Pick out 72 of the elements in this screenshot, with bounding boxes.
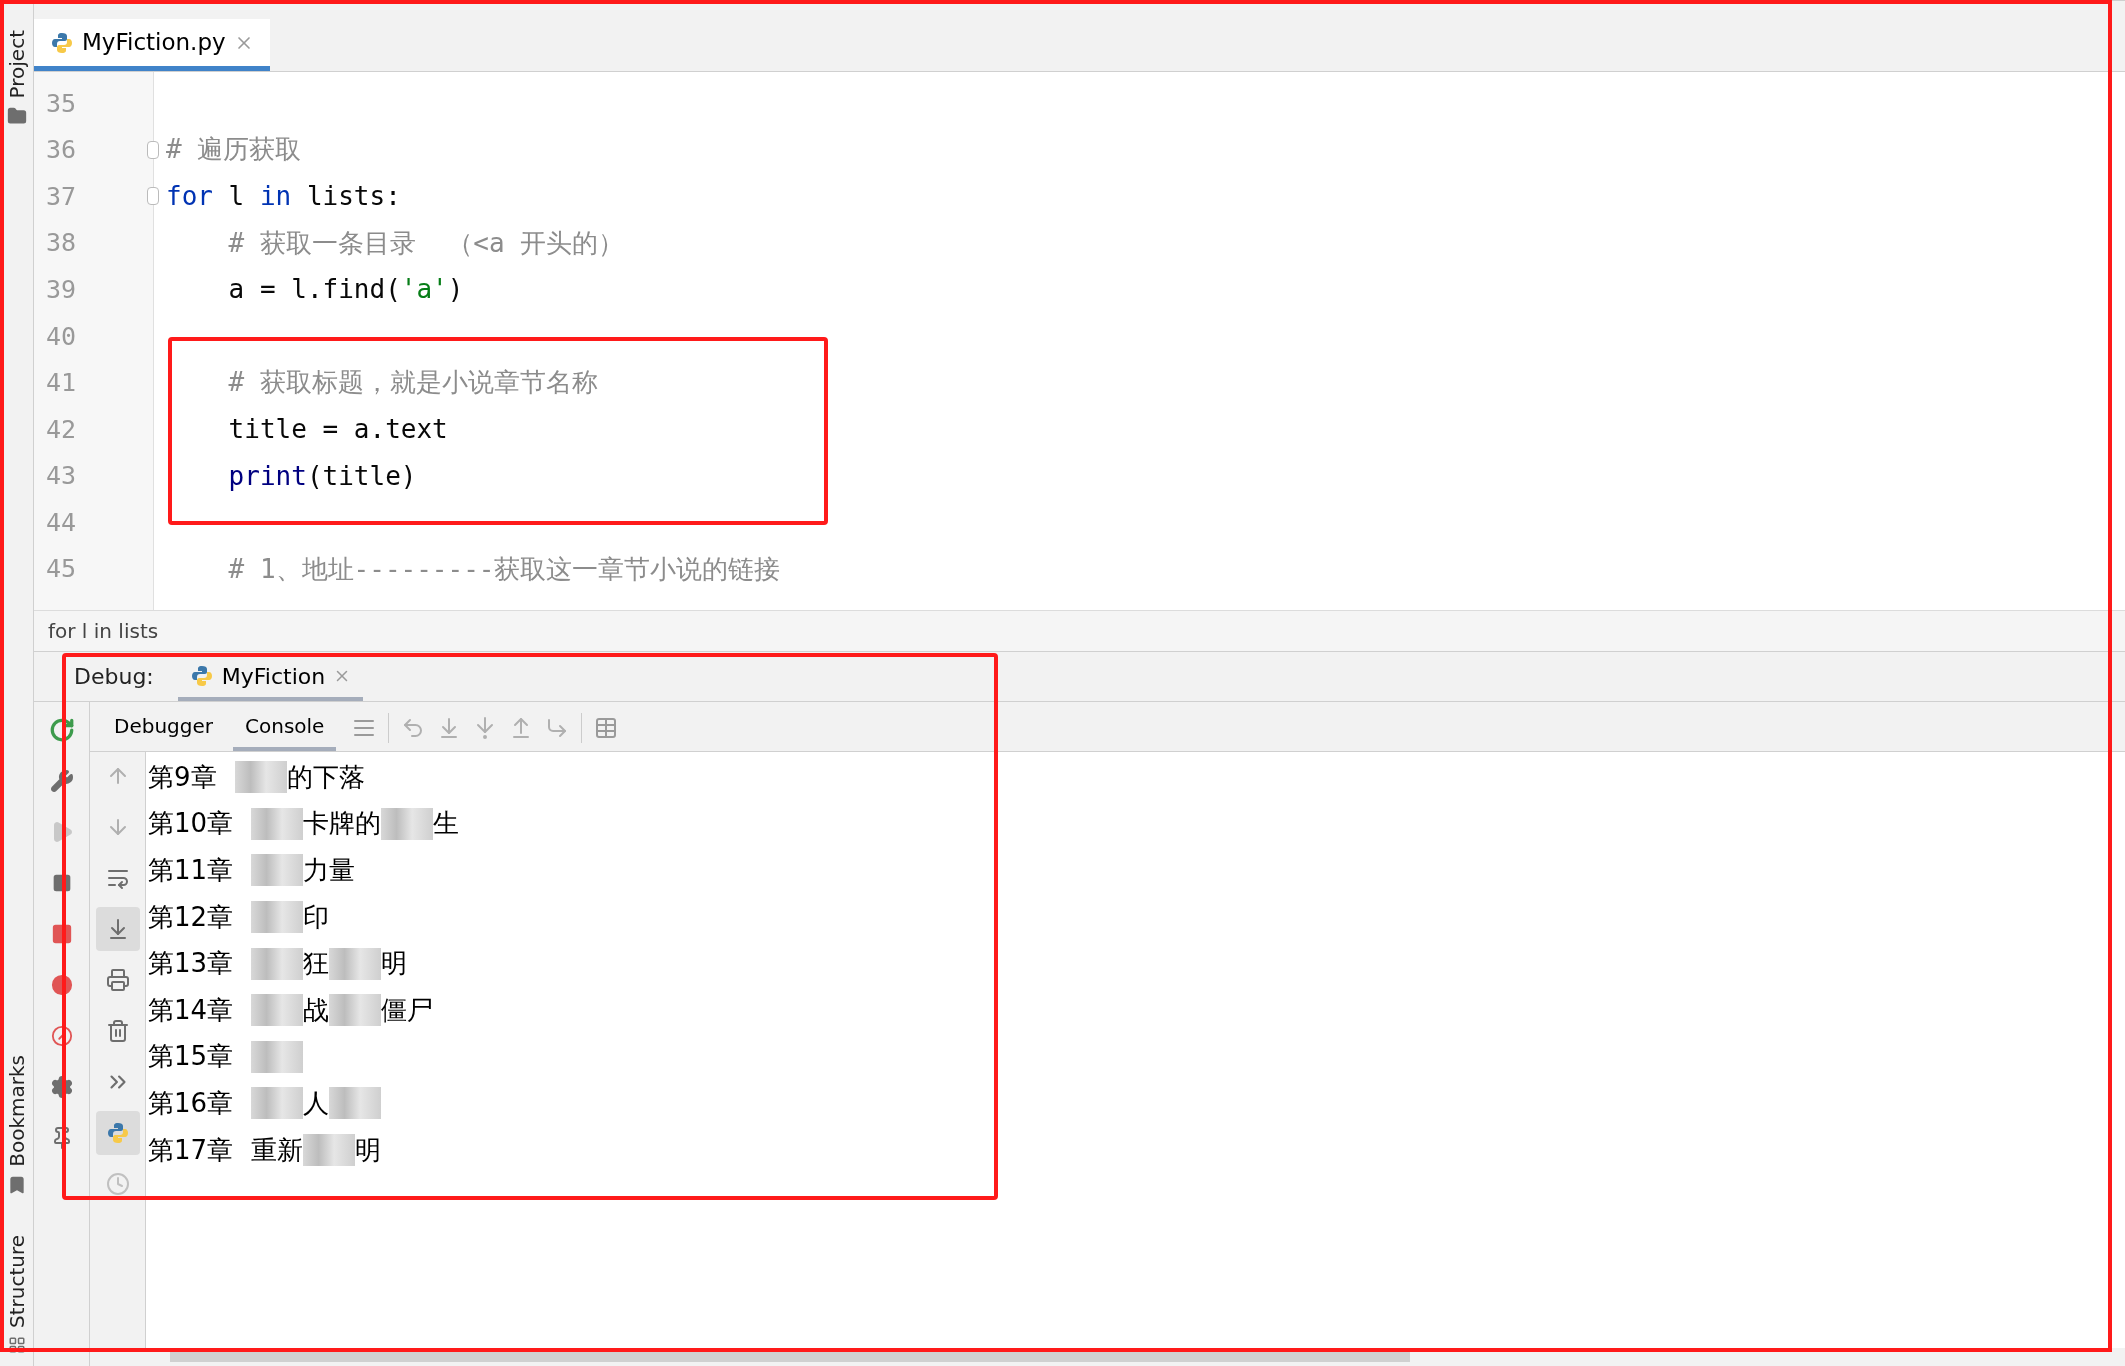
evaluate-icon[interactable] bbox=[594, 716, 619, 740]
code-line: # 获取一条目录 （<a 开头的） bbox=[227, 226, 625, 260]
pixelated-text bbox=[329, 994, 382, 1027]
pixelated-text bbox=[251, 854, 304, 887]
line-number: 44 bbox=[46, 506, 77, 539]
tool-window-tab[interactable]: Project bbox=[1, 30, 32, 99]
pixelated-text bbox=[251, 807, 304, 840]
debug-label: Debug: bbox=[74, 663, 154, 691]
breadcrumb[interactable]: for l in lists bbox=[48, 616, 159, 646]
fold-marker-icon[interactable] bbox=[147, 140, 159, 159]
scroll-to-end-icon[interactable] bbox=[95, 907, 140, 951]
line-number: 45 bbox=[46, 553, 77, 586]
line-number: 42 bbox=[46, 413, 77, 446]
pixelated-text bbox=[381, 807, 434, 840]
console-text: 第13章 bbox=[148, 947, 234, 981]
python-icon bbox=[189, 664, 214, 688]
fold-marker-icon[interactable] bbox=[147, 187, 159, 206]
python-file-icon bbox=[50, 30, 74, 55]
console-text: 僵尸 bbox=[381, 993, 434, 1027]
grid-icon bbox=[7, 1336, 26, 1354]
pixelated-text bbox=[251, 1087, 304, 1120]
console-text: 第15章 bbox=[148, 1040, 234, 1074]
console-text: 印 bbox=[303, 900, 330, 934]
python-icon bbox=[105, 1121, 130, 1145]
line-number: 38 bbox=[46, 227, 77, 260]
pixelated-text bbox=[251, 947, 304, 980]
console-text: 第14章 bbox=[148, 993, 234, 1027]
pixelated-text bbox=[251, 901, 304, 934]
line-number: 35 bbox=[46, 87, 77, 120]
console-text: 重新 bbox=[251, 1133, 304, 1167]
console-text: 第12章 bbox=[148, 900, 234, 934]
pixelated-text bbox=[329, 1087, 382, 1120]
console-text: 生 bbox=[433, 807, 460, 841]
session-tab[interactable]: MyFiction bbox=[177, 655, 364, 701]
line-number: 39 bbox=[46, 273, 77, 306]
pixelated-text bbox=[251, 994, 304, 1027]
console-text: 明 bbox=[381, 947, 408, 981]
console-text: 第17章 bbox=[148, 1133, 234, 1167]
code-line: for l in lists: bbox=[166, 180, 401, 213]
console-text: 的下落 bbox=[286, 760, 365, 794]
code-line: # 遍历获取 bbox=[166, 133, 302, 167]
code-line: a = l.find('a') bbox=[227, 273, 464, 307]
editor-tab[interactable]: MyFiction.py bbox=[34, 19, 270, 71]
pixelated-text bbox=[303, 1134, 356, 1167]
line-number: 37 bbox=[46, 180, 77, 213]
line-number: 40 bbox=[46, 320, 77, 353]
code-line: # 获取标题，就是小说章节名称 bbox=[227, 366, 598, 400]
pixelated-text bbox=[251, 1040, 304, 1073]
console-text: 人 bbox=[303, 1086, 330, 1120]
view-tab[interactable]: Debugger bbox=[102, 705, 225, 751]
code-line: print(title) bbox=[227, 459, 417, 493]
code-line: title = a.text bbox=[227, 412, 448, 446]
console-text: 卡牌的 bbox=[303, 807, 382, 841]
console-text: 明 bbox=[355, 1133, 382, 1167]
tool-window-tab[interactable]: Structure bbox=[1, 1234, 32, 1328]
code-line: # 1、地址---------获取这一章节小说的链接 bbox=[227, 552, 781, 586]
console-text: 战 bbox=[303, 993, 330, 1027]
line-number: 36 bbox=[46, 134, 77, 167]
console-text: 第9章 bbox=[148, 760, 217, 794]
pixelated-text bbox=[234, 761, 287, 794]
folder-icon bbox=[6, 106, 27, 127]
tool-window-tab[interactable]: Bookmarks bbox=[1, 1055, 32, 1167]
console-text: 第11章 bbox=[148, 854, 234, 887]
console-text: 力量 bbox=[303, 854, 356, 887]
console-text: 第10章 bbox=[148, 807, 234, 841]
pixelated-text bbox=[329, 947, 382, 980]
line-number: 41 bbox=[46, 367, 77, 400]
console-text: 第16章 bbox=[148, 1086, 234, 1120]
line-number: 43 bbox=[46, 460, 77, 493]
console-text: 狂 bbox=[303, 947, 330, 981]
python-console-icon[interactable] bbox=[95, 1111, 140, 1155]
scrollbar[interactable] bbox=[170, 1352, 1410, 1362]
